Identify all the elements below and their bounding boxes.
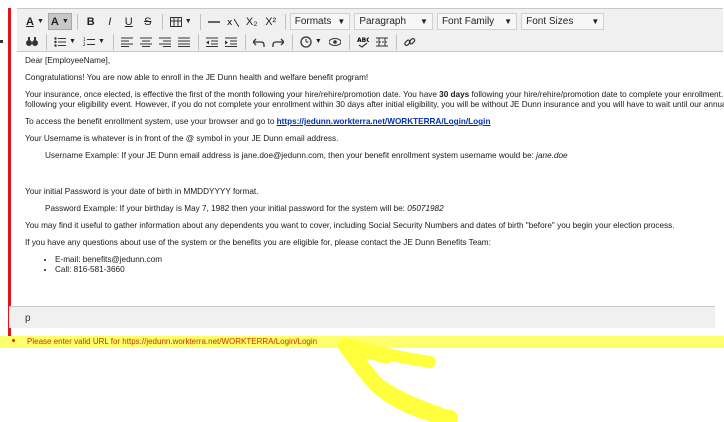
- highlight-arrow-icon: [338, 338, 458, 422]
